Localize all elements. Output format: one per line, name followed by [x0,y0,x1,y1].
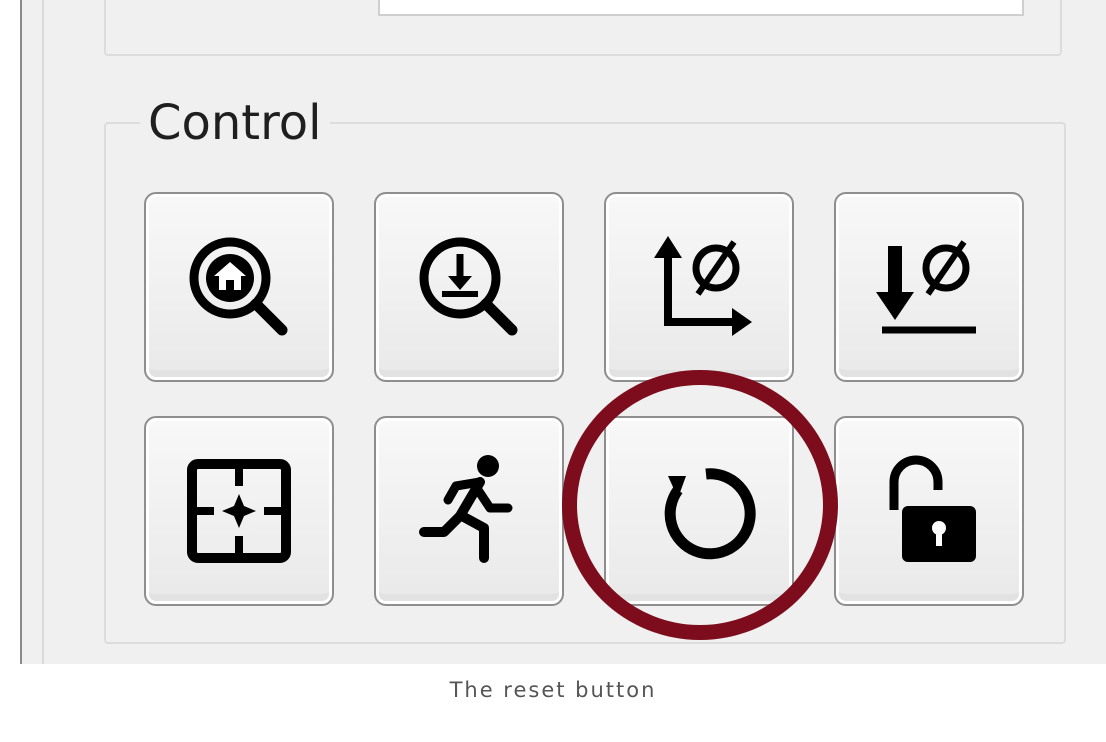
run-button[interactable] [374,416,564,606]
upper-text-field[interactable] [378,0,1024,16]
control-group-title: Control [140,94,330,152]
screenshot: Control [0,0,1106,664]
zoom-home-icon [189,237,288,336]
down-zero-icon [876,240,976,334]
figure-caption: The reset button [449,678,657,702]
zoom-down-button[interactable] [374,192,564,382]
axis-up-zero-icon [654,236,752,336]
running-person-icon [419,455,513,563]
center-frame-button[interactable] [144,416,334,606]
axis-up-zero-button[interactable] [604,192,794,382]
reset-button[interactable] [604,416,794,606]
crosshair-frame-icon [187,459,291,563]
window-edge [0,0,44,664]
zoom-down-icon [419,237,518,336]
unlock-icon [889,455,976,562]
down-zero-button[interactable] [834,192,1024,382]
reset-icon [664,468,756,560]
zoom-home-button[interactable] [144,192,334,382]
lock-button[interactable] [834,416,1024,606]
